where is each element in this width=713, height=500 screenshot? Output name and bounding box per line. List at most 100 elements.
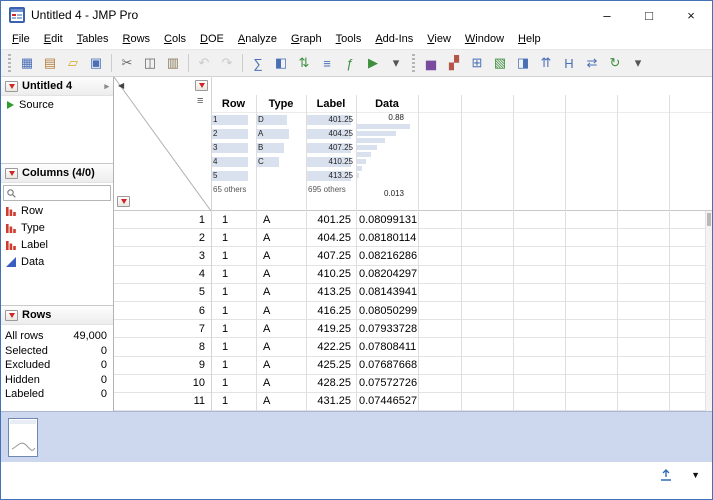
cell-type[interactable]: A (256, 341, 306, 353)
cell-label[interactable]: 425.25 (306, 359, 356, 371)
cell-data[interactable]: 0.08050299 (356, 305, 418, 317)
header-graph-entry[interactable]: 401.25 (306, 113, 356, 127)
table-row[interactable]: 41A410.250.08204297 (114, 266, 712, 284)
menu-item-file[interactable]: File (5, 29, 37, 49)
cell-data[interactable]: 0.07572726 (356, 377, 418, 389)
overflow-2-button[interactable]: ▾ (627, 52, 649, 74)
save-button[interactable]: ▣ (85, 52, 107, 74)
header-graph-entry[interactable]: 404.25 (306, 127, 356, 141)
cell-label[interactable]: 416.25 (306, 305, 356, 317)
cell-data[interactable]: 0.08180114 (356, 232, 418, 244)
row-number-cell[interactable]: 10 (114, 377, 211, 389)
formula-button[interactable]: ƒ (339, 52, 361, 74)
cell-data[interactable]: 0.07687668 (356, 359, 418, 371)
cell-type[interactable]: A (256, 395, 306, 407)
rows-menu-red-triangle-icon[interactable] (117, 196, 130, 207)
header-graph-data[interactable]: 0.88 0.013 (356, 113, 418, 199)
rows-red-triangle-icon[interactable] (5, 310, 18, 321)
cell-type[interactable]: A (256, 305, 306, 317)
header-graph-entry[interactable]: A (256, 127, 306, 141)
row-number-cell[interactable]: 1 (114, 214, 211, 226)
grip2-grip[interactable] (412, 54, 415, 72)
menu-item-window[interactable]: Window (458, 29, 511, 49)
distribution-button[interactable]: ▅ (420, 52, 442, 74)
minimize-button[interactable]: – (586, 1, 628, 29)
cut-button[interactable]: ✂ (116, 52, 138, 74)
cell-row[interactable]: 1 (211, 214, 256, 226)
cell-row[interactable]: 1 (211, 323, 256, 335)
overflow-1-button[interactable]: ▾ (385, 52, 407, 74)
table-row[interactable]: 61A416.250.08050299 (114, 302, 712, 320)
row-number-cell[interactable]: 11 (114, 395, 211, 407)
cell-row[interactable]: 1 (211, 232, 256, 244)
tabulate-button[interactable]: ⊞ (466, 52, 488, 74)
scrollbar-thumb[interactable] (707, 213, 711, 226)
cell-data[interactable]: 0.07933728 (356, 323, 418, 335)
cell-label[interactable]: 413.25 (306, 286, 356, 298)
cell-label[interactable]: 431.25 (306, 395, 356, 407)
cell-type[interactable]: A (256, 250, 306, 262)
toolbar-grip[interactable] (8, 54, 11, 72)
table-row[interactable]: 11A401.250.08099131 (114, 211, 712, 229)
column-header-type[interactable]: Type (256, 95, 306, 113)
column-header-data[interactable]: Data (356, 95, 418, 113)
row-number-cell[interactable]: 9 (114, 359, 211, 371)
maximize-button[interactable]: □ (628, 1, 670, 29)
sort-ascending-button[interactable]: ⇈ (535, 52, 557, 74)
subset-button[interactable]: ◧ (270, 52, 292, 74)
table-row[interactable]: 111A431.250.07446527 (114, 393, 712, 411)
copy-button[interactable]: ◫ (139, 52, 161, 74)
cell-data[interactable]: 0.07808411 (356, 341, 418, 353)
stack-button[interactable]: ≡ (316, 52, 338, 74)
cell-label[interactable]: 410.25 (306, 268, 356, 280)
graph-builder-button[interactable]: ▧ (489, 52, 511, 74)
cell-row[interactable]: 1 (211, 341, 256, 353)
strip-menu-icon[interactable]: ▼ (691, 467, 700, 483)
menu-item-edit[interactable]: Edit (37, 29, 70, 49)
columns-red-triangle-icon[interactable] (5, 168, 18, 179)
header-graph-entry[interactable]: 410.25 (306, 155, 356, 169)
panel-expand-icon[interactable]: ▸ (104, 81, 109, 92)
menu-item-rows[interactable]: Rows (116, 29, 158, 49)
cell-row[interactable]: 1 (211, 377, 256, 389)
cell-type[interactable]: A (256, 232, 306, 244)
cell-data[interactable]: 0.08216286 (356, 250, 418, 262)
cell-label[interactable]: 428.25 (306, 377, 356, 389)
header-graph-entry[interactable]: D (256, 113, 306, 127)
header-graph-entry[interactable]: B (256, 141, 306, 155)
row-number-cell[interactable]: 4 (114, 268, 211, 280)
row-number-cell[interactable]: 3 (114, 250, 211, 262)
join-button[interactable]: H (558, 52, 580, 74)
header-graph-entry[interactable]: 5 (211, 169, 256, 183)
row-number-column-header[interactable]: ◀ ≡ (114, 77, 211, 211)
header-graph-entry[interactable]: 3 (211, 141, 256, 155)
window-thumbnail[interactable] (8, 418, 38, 457)
menu-item-tables[interactable]: Tables (70, 29, 116, 49)
header-graph-entry[interactable]: 4 (211, 155, 256, 169)
cell-label[interactable]: 422.25 (306, 341, 356, 353)
new-journal-button[interactable]: ▤ (39, 52, 61, 74)
cell-type[interactable]: A (256, 268, 306, 280)
close-button[interactable]: × (670, 1, 712, 29)
cell-type[interactable]: A (256, 359, 306, 371)
new-data-table-button[interactable]: ▦ (16, 52, 38, 74)
open-button[interactable]: ▱ (62, 52, 84, 74)
sort-table-button[interactable]: ⇅ (293, 52, 315, 74)
summary-button[interactable]: ∑ (247, 52, 269, 74)
header-graph-row[interactable]: 12345 (211, 113, 256, 183)
column-item-type[interactable]: Type (1, 219, 113, 236)
paste-button[interactable]: ▥ (162, 52, 184, 74)
header-graph-entry[interactable]: 407.25 (306, 141, 356, 155)
cell-row[interactable]: 1 (211, 250, 256, 262)
fit-y-by-x-button[interactable]: ▞ (443, 52, 465, 74)
column-header-label[interactable]: Label (306, 95, 356, 113)
cell-row[interactable]: 1 (211, 305, 256, 317)
column-search[interactable] (3, 185, 111, 201)
cell-row[interactable]: 1 (211, 268, 256, 280)
table-red-triangle-icon[interactable] (5, 81, 18, 92)
column-viewer-button[interactable]: ◨ (512, 52, 534, 74)
table-row[interactable]: 71A419.250.07933728 (114, 320, 712, 338)
menu-item-view[interactable]: View (420, 29, 458, 49)
cell-label[interactable]: 401.25 (306, 214, 356, 226)
cell-label[interactable]: 407.25 (306, 250, 356, 262)
